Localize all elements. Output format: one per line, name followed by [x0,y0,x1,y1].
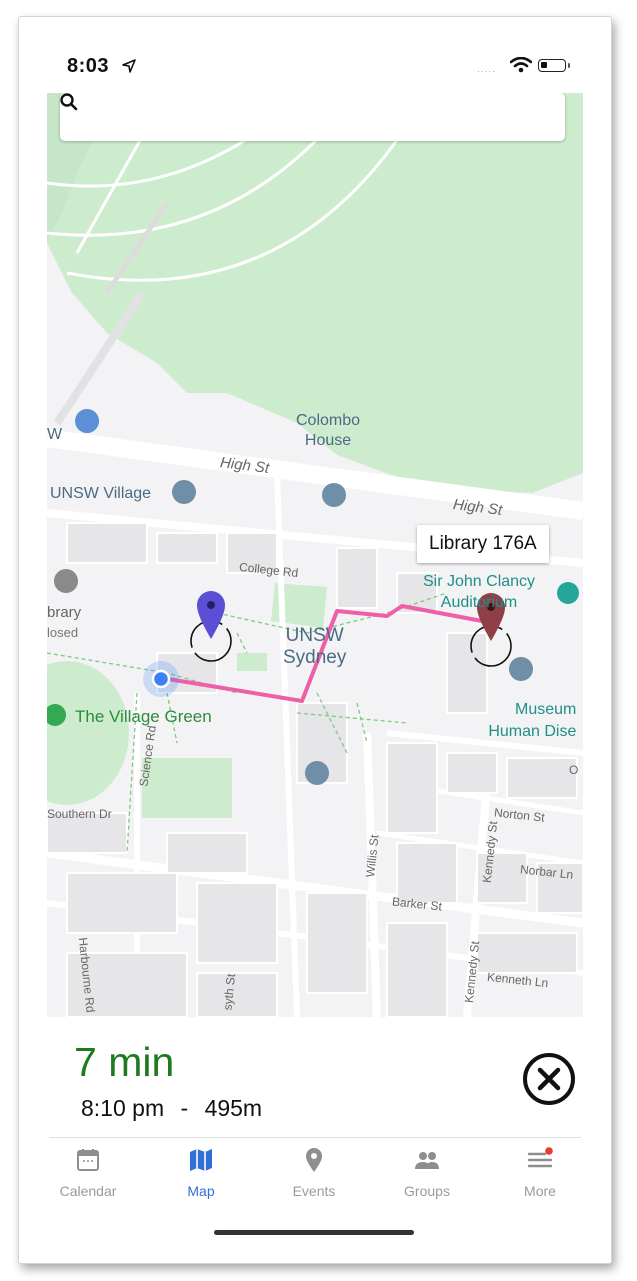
tab-calendar-label: Calendar [59,1183,117,1199]
calendar-icon [77,1149,99,1171]
signal-dots: ..... [477,64,496,75]
map-label-clancy[interactable]: Sir John Clancy Auditorium [423,571,535,613]
home-indicator[interactable] [214,1230,414,1235]
trip-details: 8:10 pm - 495m [81,1095,262,1122]
route-summary: 7 min 8:10 pm - 495m [19,1017,611,1137]
map-label-library: brary [47,604,82,621]
location-arrow-icon [122,59,136,73]
map-icon [190,1149,212,1171]
tab-more[interactable]: More [485,1138,595,1208]
destination-callout[interactable]: Library 176A [417,525,549,563]
close-route-button[interactable] [522,1052,576,1106]
map-label-museum[interactable]: Museum Human Dise [477,699,576,743]
tab-events[interactable]: Events [259,1138,369,1208]
tab-groups-label: Groups [404,1183,450,1199]
tab-more-label: More [524,1183,556,1199]
tab-map[interactable]: Map [146,1138,256,1208]
phone-screen: 8:03 ..... Colombo House High St High St… [18,16,612,1264]
tab-groups[interactable]: Groups [372,1138,482,1208]
map-view[interactable]: Colombo House High St High St W UNSW Vil… [47,93,583,1017]
map-label-closed: losed [47,625,79,640]
tab-map-label: Map [187,1183,215,1199]
search-icon [60,93,78,111]
notification-badge [545,1147,553,1155]
start-pin-icon [197,591,225,639]
search-bar[interactable] [60,93,565,141]
status-time: 8:03 [67,55,110,77]
map-label-colombo[interactable]: Colombo House [296,411,360,451]
map-label-unsw-sydney: UNSW Sydney [283,625,347,668]
wifi-icon [510,57,532,73]
current-location-dot [151,669,171,689]
map-label-w: W [47,426,63,443]
trip-duration: 7 min [74,1039,175,1085]
menu-icon [527,1147,553,1168]
tab-bar: Calendar Map Events Groups More [19,1138,611,1208]
search-input[interactable] [116,101,550,133]
map-label-village-green[interactable]: The Village Green [75,707,212,727]
location-pin-icon [306,1148,322,1172]
tab-calendar[interactable]: Calendar [33,1138,143,1208]
status-bar: 8:03 ..... [19,17,611,93]
map-label-unsw-village[interactable]: UNSW Village [50,485,151,503]
map-label-southern-dr: Southern Dr [47,807,112,821]
map-label-o: O [569,763,579,777]
trip-distance: 495m [204,1095,263,1121]
battery-icon [538,59,570,72]
people-icon [415,1152,439,1169]
tab-events-label: Events [292,1183,336,1199]
trip-separator: - [180,1095,189,1121]
arrival-time: 8:10 pm [81,1095,165,1121]
